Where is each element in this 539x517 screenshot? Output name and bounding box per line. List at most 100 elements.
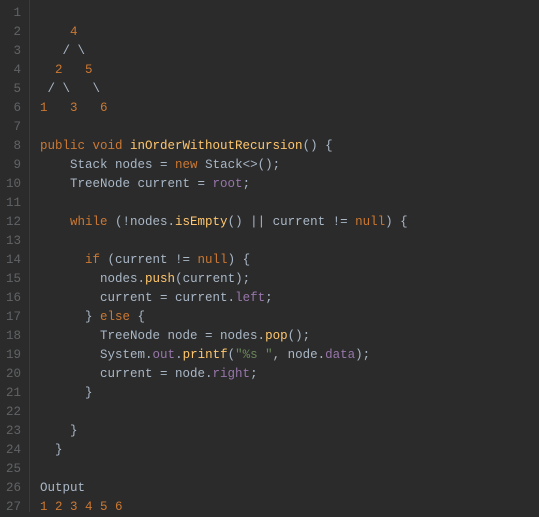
code-line[interactable]: } else {	[40, 308, 539, 327]
token: }	[40, 386, 93, 400]
token: root	[213, 177, 243, 191]
token: ) {	[228, 253, 251, 267]
line-number: 13	[6, 232, 21, 251]
line-number: 18	[6, 327, 21, 346]
token: "%s "	[235, 348, 273, 362]
token: TreeNode current =	[40, 177, 213, 191]
token: Stack<>();	[205, 158, 280, 172]
line-number: 25	[6, 460, 21, 479]
token: 2 5	[40, 63, 93, 77]
line-number: 12	[6, 213, 21, 232]
code-line[interactable]: TreeNode node = nodes.pop();	[40, 327, 539, 346]
line-number: 17	[6, 308, 21, 327]
code-line[interactable]: 1 3 6	[40, 99, 539, 118]
code-line[interactable]	[40, 118, 539, 137]
code-line[interactable]	[40, 232, 539, 251]
token: 4	[40, 25, 78, 39]
line-number: 23	[6, 422, 21, 441]
token: new	[175, 158, 205, 172]
token: inOrderWithoutRecursion	[130, 139, 303, 153]
token: public void	[40, 139, 130, 153]
token: System.	[40, 348, 153, 362]
token: ();	[288, 329, 311, 343]
code-line[interactable]: System.out.printf("%s ", node.data);	[40, 346, 539, 365]
token: () {	[303, 139, 333, 153]
token: isEmpty	[175, 215, 228, 229]
line-number: 19	[6, 346, 21, 365]
line-number: 22	[6, 403, 21, 422]
token: / \ \	[40, 82, 100, 96]
code-line[interactable]: while (!nodes.isEmpty() || current != nu…	[40, 213, 539, 232]
token: printf	[183, 348, 228, 362]
code-line[interactable]: }	[40, 384, 539, 403]
token: }	[40, 443, 63, 457]
line-number: 1	[6, 4, 21, 23]
line-number: 2	[6, 23, 21, 42]
token: );	[355, 348, 370, 362]
code-line[interactable]: Output	[40, 479, 539, 498]
code-line[interactable]: 4	[40, 23, 539, 42]
token: ;	[243, 177, 251, 191]
line-number: 15	[6, 270, 21, 289]
token: (!nodes.	[115, 215, 175, 229]
code-line[interactable]: 1 2 3 4 5 6	[40, 498, 539, 517]
token: left	[235, 291, 265, 305]
code-line[interactable]: nodes.push(current);	[40, 270, 539, 289]
code-line[interactable]: Stack nodes = new Stack<>();	[40, 156, 539, 175]
code-line[interactable]: }	[40, 422, 539, 441]
line-number: 16	[6, 289, 21, 308]
token: (	[228, 348, 236, 362]
token: }	[40, 310, 100, 324]
code-line[interactable]	[40, 460, 539, 479]
code-line[interactable]: 2 5	[40, 61, 539, 80]
token: TreeNode node = nodes.	[40, 329, 265, 343]
token: Stack nodes =	[40, 158, 175, 172]
line-number: 6	[6, 99, 21, 118]
token: ) {	[385, 215, 408, 229]
token: while	[40, 215, 115, 229]
token: if	[40, 253, 108, 267]
line-number: 14	[6, 251, 21, 270]
code-line[interactable]: current = current.left;	[40, 289, 539, 308]
token: else	[100, 310, 138, 324]
line-number: 26	[6, 479, 21, 498]
code-line[interactable]	[40, 4, 539, 23]
token: right	[213, 367, 251, 381]
token: null	[198, 253, 228, 267]
line-number: 27	[6, 498, 21, 517]
token: {	[138, 310, 146, 324]
line-number: 4	[6, 61, 21, 80]
line-number: 7	[6, 118, 21, 137]
token: current = node.	[40, 367, 213, 381]
token: current = current.	[40, 291, 235, 305]
code-line[interactable]: TreeNode current = root;	[40, 175, 539, 194]
code-line[interactable]: current = node.right;	[40, 365, 539, 384]
token: nodes.	[40, 272, 145, 286]
token: out	[153, 348, 176, 362]
code-line[interactable]: public void inOrderWithoutRecursion() {	[40, 137, 539, 156]
token: (current);	[175, 272, 250, 286]
code-line[interactable]	[40, 403, 539, 422]
code-line[interactable]: / \ \	[40, 80, 539, 99]
token: null	[355, 215, 385, 229]
line-number: 9	[6, 156, 21, 175]
code-line[interactable]	[40, 194, 539, 213]
token: ;	[265, 291, 273, 305]
token: .	[175, 348, 183, 362]
line-number: 20	[6, 365, 21, 384]
code-area[interactable]: 4 / \ 2 5 / \ \ 1 3 6 public void inOrder…	[30, 0, 539, 512]
code-line[interactable]: if (current != null) {	[40, 251, 539, 270]
code-line[interactable]: }	[40, 441, 539, 460]
token: pop	[265, 329, 288, 343]
line-number: 11	[6, 194, 21, 213]
code-editor: 1234567891011121314151617181920212223242…	[0, 0, 539, 512]
line-number: 21	[6, 384, 21, 403]
token: push	[145, 272, 175, 286]
token: / \	[40, 44, 85, 58]
token: , node.	[273, 348, 326, 362]
token: (current !=	[108, 253, 198, 267]
code-line[interactable]: / \	[40, 42, 539, 61]
token: data	[325, 348, 355, 362]
line-number: 3	[6, 42, 21, 61]
token: 1 3 6	[40, 101, 108, 115]
